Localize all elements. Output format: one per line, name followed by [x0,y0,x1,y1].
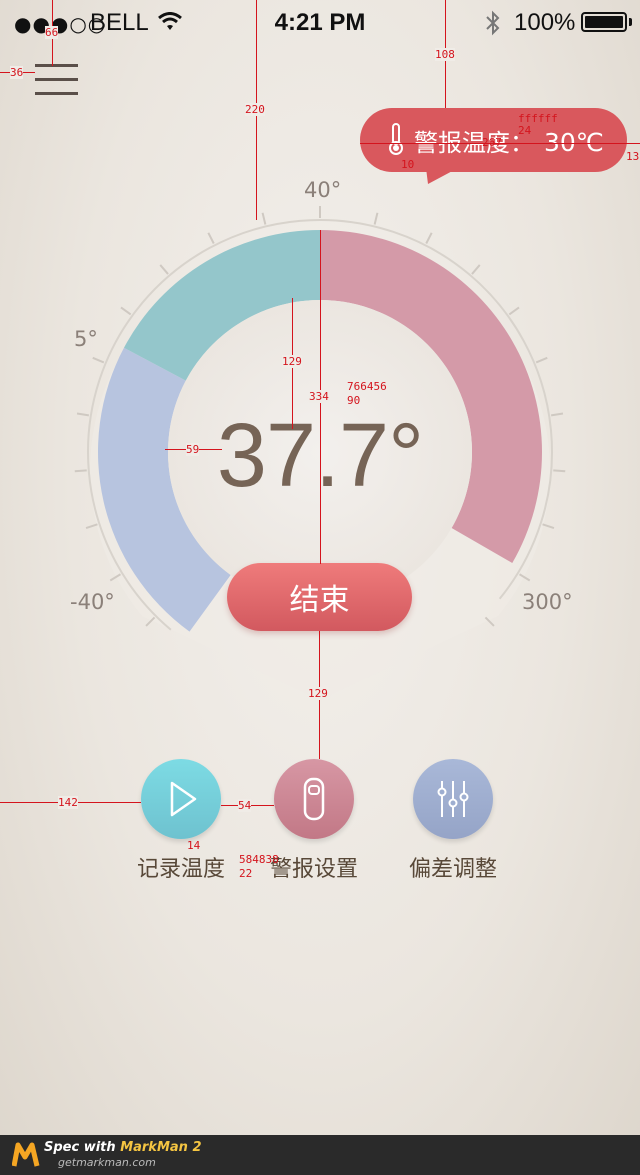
spec-alert-size: 24 [518,124,532,137]
footer-brand: Spec with MarkMan 2 [44,1140,202,1155]
spec-menu-left: 36 [10,66,24,79]
stop-button[interactable]: 结束 [227,563,412,631]
gauge-tick [425,232,433,244]
alert-settings-button[interactable] [274,759,354,839]
spec-reading-color: 766456 [347,380,387,393]
gauge-label-min: -40° [70,590,115,614]
footer-product: MarkMan 2 [120,1140,202,1155]
gauge-tick [471,264,481,275]
gauge-tick [207,232,215,244]
gauge-label-left: 5° [74,327,98,351]
sliders-icon [437,781,469,817]
spec-alert-right: 13 [626,150,640,163]
calibration-button[interactable] [413,759,493,839]
gauge-tick [535,356,548,364]
spec-actions-gap: 54 [238,799,252,812]
gauge-tick [76,412,90,417]
spec-button-gap: 129 [308,687,328,700]
gauge-tick [550,412,564,417]
gauge-tick [508,306,520,316]
spec-reading-size: 90 [347,394,361,407]
spec-alert-width: 267 [482,136,502,149]
footer-url: getmarkman.com [58,1156,156,1169]
gauge-tick [542,523,555,529]
gauge-tick [373,212,379,225]
gauge-tick [159,264,169,275]
spec-alert-top: 108 [435,48,455,61]
gauge-tick [74,469,87,473]
gauge-label-max: 300° [522,590,573,614]
spec-ring-inner: 59 [186,443,200,456]
spec-label-color: 584838 [239,853,279,866]
spec-menu-top: 66 [45,26,59,39]
markman-logo-icon [12,1142,40,1167]
footer-brand-text: Spec with [44,1140,116,1155]
spec-alert-pad: 10 [401,158,415,171]
gauge-tick [92,356,105,364]
spec-gauge-height: 334 [309,390,329,403]
spec-gauge-top: 220 [245,103,265,116]
spec-actions-left: 142 [58,796,78,809]
gauge-tick [120,306,132,316]
calibration-label: 偏差调整 [408,857,497,882]
gauge-tick [85,523,98,529]
spec-ring-width: 129 [282,355,302,368]
markman-footer: Spec with MarkMan 2 getmarkman.com [0,1135,640,1175]
gauge-tick [261,212,267,225]
spec-label-size: 22 [239,867,253,880]
gauge-label-top: 40° [304,178,342,202]
device-icon [303,777,325,821]
gauge-tick [553,469,566,473]
record-temperature-button[interactable] [141,759,221,839]
spec-label-gap: 14 [187,839,201,852]
play-icon [170,781,197,817]
